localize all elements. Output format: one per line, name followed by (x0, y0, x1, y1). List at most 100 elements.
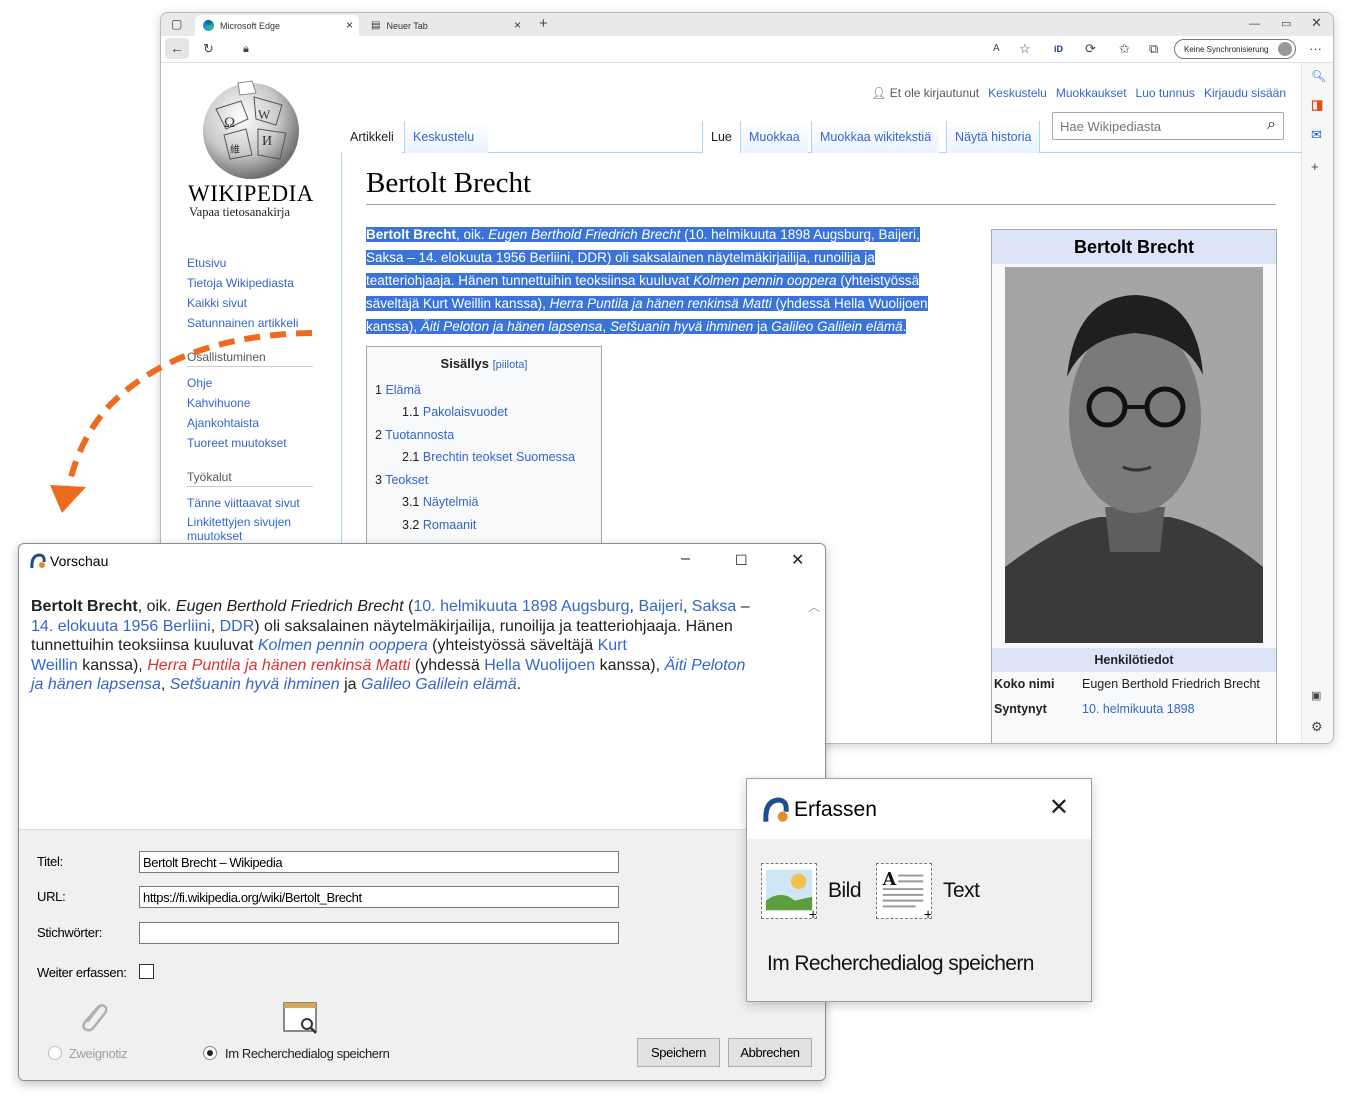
preview-link[interactable]: DDR (220, 618, 255, 635)
preview-link[interactable]: Setšuanin hyvä ihminen (170, 676, 340, 693)
title-input[interactable]: Bertolt Brecht – Wikipedia (139, 851, 619, 873)
preview-link[interactable]: Hella Wuolijoen (484, 657, 595, 674)
search-icon[interactable]: 🔍︎ (1311, 69, 1326, 83)
close-icon[interactable]: ✕ (1049, 793, 1069, 822)
preview-link[interactable]: Berliini (163, 618, 211, 635)
minimize-icon[interactable]: — (1249, 15, 1260, 33)
preview-link[interactable]: Kolmen pennin ooppera (258, 637, 428, 654)
preview-link[interactable]: Baijeri (638, 598, 682, 615)
toc-item[interactable]: 1 Elämä (375, 383, 421, 397)
tab-actions-icon[interactable]: ▢ (171, 15, 182, 33)
preview-title-label: Vorschau (50, 553, 109, 569)
minimize-icon[interactable]: – (681, 550, 690, 568)
create-account-link[interactable]: Luo tunnus (1136, 86, 1195, 100)
wiki-search-input[interactable]: Hae Wikipediasta ⌕ (1052, 112, 1284, 140)
url-input[interactable]: https://fi.wikipedia.org/wiki/Bertolt_Br… (139, 886, 619, 908)
preview-text-line: Weillin kanssa), Herra Puntila ja hänen … (31, 656, 801, 676)
capture-text-icon[interactable]: A + (876, 863, 932, 919)
read-aloud-icon[interactable]: A (993, 40, 1000, 58)
sync-button[interactable]: Keine Synchronisierung (1174, 39, 1296, 59)
not-logged-in-label: Et ole kirjautunut (889, 86, 980, 100)
back-arrow-icon[interactable]: ← (165, 38, 189, 59)
refresh-icon[interactable]: ↻ (203, 40, 214, 58)
tab-muokkaa-wikitekstia[interactable]: Muokkaa wikitekstiä (811, 121, 940, 153)
tab-label: Microsoft Edge (220, 20, 281, 31)
extension-id-icon[interactable]: iD (1054, 40, 1063, 58)
settings-gear-icon[interactable]: ⚙ (1311, 719, 1323, 735)
tab-muokkaa[interactable]: Muokkaa (740, 121, 808, 153)
personal-tools: 👤︎ Et ole kirjautunut Keskustelu Muokkau… (871, 86, 1286, 100)
nav-muutokset[interactable]: muutokset (187, 529, 242, 543)
edge-icon (203, 20, 214, 31)
preview-link[interactable]: Weillin (31, 657, 78, 674)
save-button[interactable]: Speichern (637, 1038, 720, 1067)
preview-link[interactable]: Kurt (598, 637, 627, 654)
office-icon[interactable]: ◨ (1311, 97, 1323, 113)
continue-checkbox[interactable] (139, 964, 154, 979)
capture-image-label[interactable]: Bild (828, 879, 862, 903)
capture-titlebar: Erfassen ✕ (747, 779, 1091, 839)
preview-link[interactable]: ja hänen lapsensa (31, 676, 161, 693)
toc-item[interactable]: 1.1 Pakolaisvuodet (402, 405, 508, 419)
tab-artikkeli[interactable]: Artikkeli (342, 121, 402, 153)
more-menu-icon[interactable]: ··· (1309, 40, 1322, 58)
extension-icon[interactable]: ⟳ (1085, 40, 1096, 58)
favorites-icon[interactable]: ✩ (1119, 40, 1130, 58)
user-icon: 👤︎ (871, 86, 890, 100)
preview-link[interactable]: 14. elokuuta (31, 618, 118, 635)
new-tab-plus-icon[interactable]: + (539, 15, 548, 33)
preview-link[interactable]: Galileo Galilein elämä (361, 676, 517, 693)
radio-branch-note[interactable] (48, 1046, 62, 1060)
close-window-icon[interactable]: ✕ (1311, 14, 1322, 32)
tab-nayta-historia[interactable]: Näytä historia (946, 121, 1041, 153)
preview-text-run: ( (403, 598, 414, 615)
preview-link[interactable]: 1898 (522, 598, 558, 615)
nav-etusivu[interactable]: Etusivu (187, 256, 226, 270)
close-icon[interactable]: ✕ (791, 550, 804, 570)
capture-save-research-link[interactable]: Im Recherchedialog speichern (767, 952, 1034, 976)
scroll-up-icon[interactable]: ︿ (808, 598, 820, 615)
radio-branch-label: Zweignotiz (69, 1046, 128, 1061)
outlook-icon[interactable]: ✉ (1311, 127, 1322, 143)
lead-text: , (602, 319, 610, 334)
preview-link[interactable]: 1956 (123, 618, 159, 635)
login-link[interactable]: Kirjaudu sisään (1204, 86, 1286, 100)
toc-item[interactable]: 3.1 Näytelmiä (402, 495, 478, 509)
personal-talk-link[interactable]: Keskustelu (988, 86, 1047, 100)
personal-contributions-link[interactable]: Muokkaukset (1056, 86, 1127, 100)
tab-microsoft-edge[interactable]: Microsoft Edge × (195, 15, 359, 36)
infobox-value-link[interactable]: 10. helmikuuta 1898 (1082, 702, 1195, 716)
restore-icon[interactable]: ▭ (1281, 15, 1291, 33)
preview-link[interactable]: Augsburg (561, 598, 630, 615)
toc-item[interactable]: 2 Tuotannosta (375, 428, 454, 442)
tab-lue[interactable]: Lue (702, 121, 740, 153)
preview-link[interactable]: Herra Puntila ja hänen renkinsä Matti (147, 657, 410, 674)
capture-image-icon[interactable]: + (761, 863, 817, 919)
collections-icon[interactable]: ⧉ (1149, 40, 1158, 58)
toc-item[interactable]: 2.1 Brechtin teokset Suomessa (402, 450, 575, 464)
title-label: Titel: (37, 854, 63, 869)
toc-hide-link[interactable]: [piilota] (493, 359, 528, 371)
close-tab-icon[interactable]: × (514, 18, 521, 32)
toc-item[interactable]: 3.2 Romaanit (402, 518, 476, 532)
toc-item[interactable]: 3 Teokset (375, 473, 428, 487)
capture-text-label[interactable]: Text (943, 879, 980, 903)
sidebar-layout-icon[interactable]: ▣ (1311, 689, 1321, 702)
nav-tietoja[interactable]: Tietoja Wikipediasta (187, 276, 294, 290)
radio-research-dialog[interactable] (203, 1046, 217, 1060)
favorite-star-icon[interactable]: ☆ (1019, 40, 1031, 58)
wikipedia-globe-logo[interactable]: Ω W И 維 (196, 79, 306, 184)
portrait-photo[interactable] (1005, 267, 1263, 643)
tab-neuer-tab[interactable]: ▤ Neuer Tab × (363, 15, 527, 36)
close-tab-icon[interactable]: × (346, 18, 353, 32)
cancel-button[interactable]: Abbrechen (728, 1038, 812, 1067)
preview-link[interactable]: Äiti Peloton (664, 657, 745, 674)
maximize-icon[interactable]: ☐ (735, 552, 748, 569)
preview-link[interactable]: Saksa (692, 598, 736, 615)
tab-keskustelu[interactable]: Keskustelu (404, 121, 488, 153)
search-icon[interactable]: ⌕ (1267, 116, 1276, 134)
nav-kaikki-sivut[interactable]: Kaikki sivut (187, 296, 247, 310)
add-sidebar-app-icon[interactable]: + (1311, 159, 1319, 174)
keywords-input[interactable] (139, 922, 619, 944)
preview-link[interactable]: 10. helmikuuta (413, 598, 517, 615)
